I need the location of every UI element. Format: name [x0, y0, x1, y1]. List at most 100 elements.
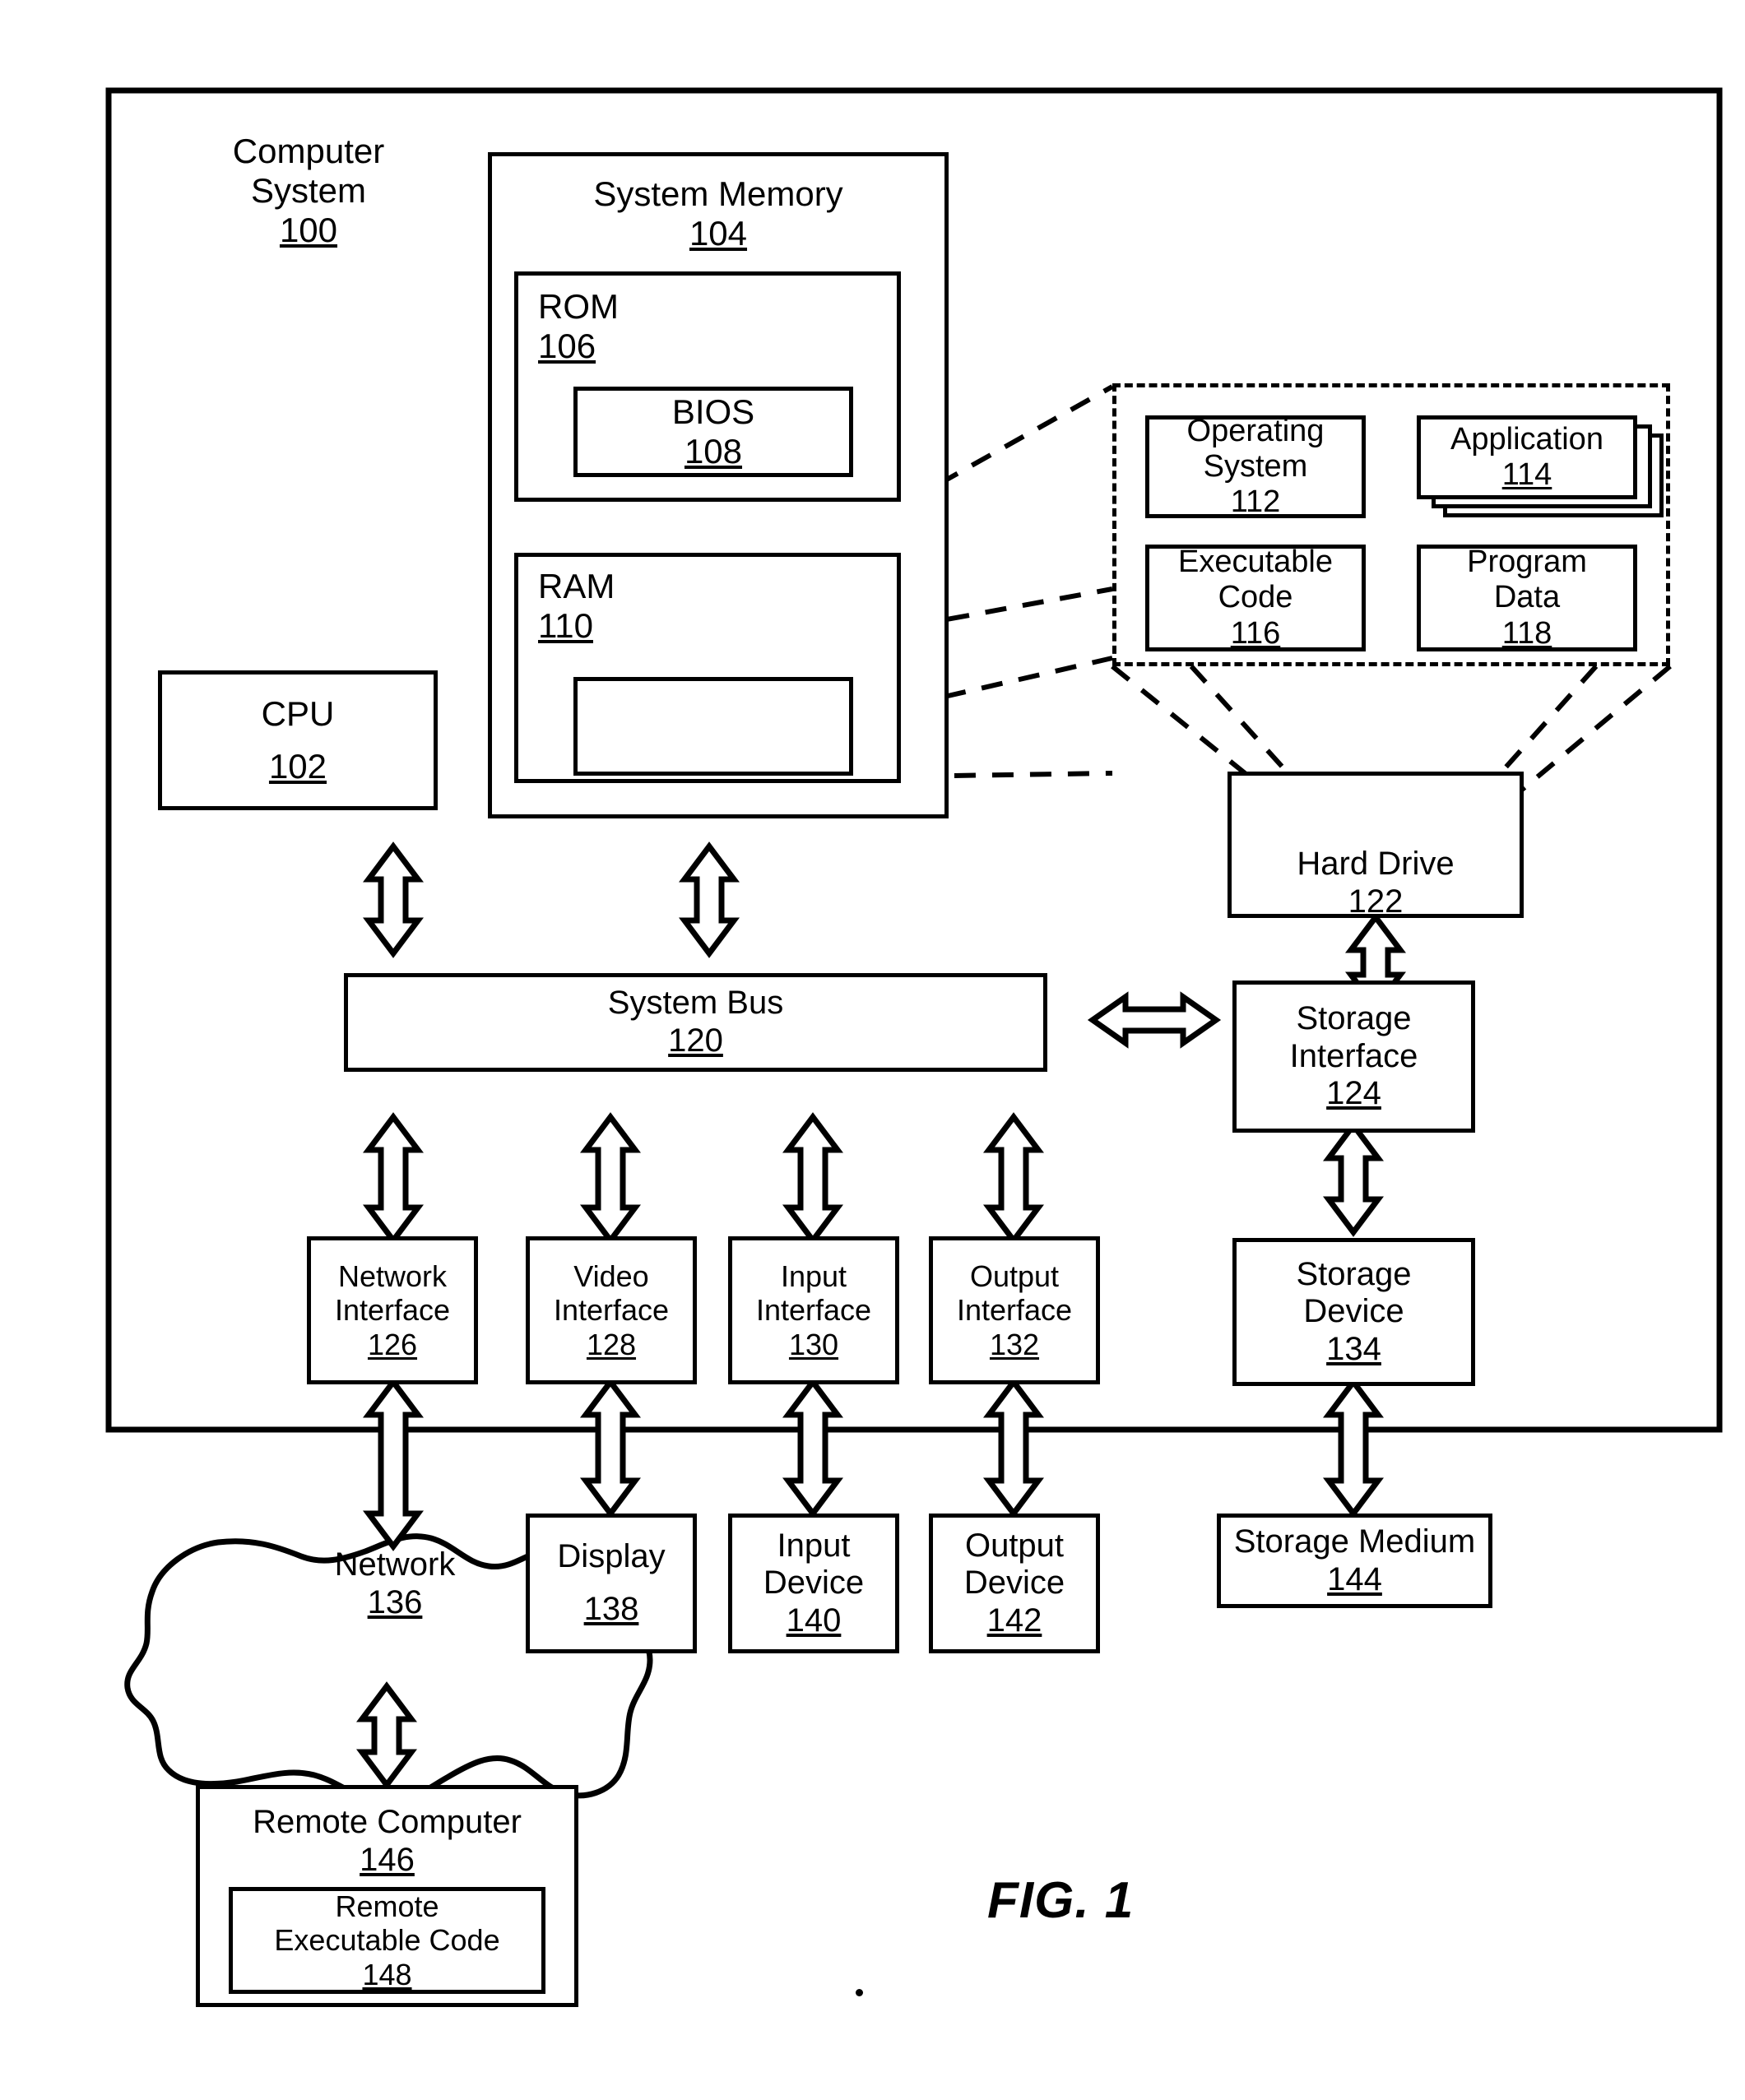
output-device-label: Output Device	[963, 1527, 1065, 1602]
display-title: Display 138	[557, 1538, 665, 1628]
system-bus-title: System Bus 120	[608, 985, 783, 1059]
bios-label: BIOS	[671, 392, 755, 432]
output-device-number: 142	[986, 1602, 1042, 1639]
remote-executable-code-number: 148	[362, 1957, 412, 1991]
output-interface-box: Output Interface 132	[929, 1236, 1100, 1384]
operating-system-title: Operating System 112	[1187, 414, 1325, 521]
network-interface-number: 126	[367, 1327, 418, 1361]
bios-title: BIOS 108	[672, 392, 754, 471]
storage-interface-title: Storage Interface 124	[1290, 1000, 1418, 1113]
input-interface-label: Input Interface	[755, 1259, 872, 1328]
hard-drive-number: 122	[1348, 883, 1404, 920]
cpu-box: CPU 102	[158, 670, 438, 810]
storage-medium-title: Storage Medium 144	[1234, 1523, 1475, 1598]
network-title: Network 136	[247, 1546, 543, 1621]
arrow-bus-output-interface	[983, 1112, 1044, 1245]
network-interface-label: Network Interface	[334, 1259, 451, 1328]
rom-label: ROM	[538, 287, 619, 326]
hard-drive-title: Hard Drive 122	[1228, 846, 1524, 920]
program-data-box: Program Data 118	[1417, 545, 1637, 651]
output-device-box: Output Device 142	[929, 1514, 1100, 1653]
executable-code-box: Executable Code 116	[1145, 545, 1366, 651]
computer-system-title: Computer System 100	[173, 132, 444, 250]
rom-number: 106	[538, 326, 596, 365]
display-box: Display 138	[526, 1514, 697, 1653]
arrow-cpu-bus	[363, 841, 424, 958]
system-bus-box: System Bus 120	[344, 973, 1047, 1072]
video-interface-title: Video Interface 128	[554, 1259, 669, 1361]
remote-computer-label: Remote Computer	[253, 1804, 522, 1840]
arrow-bus-video-interface	[580, 1112, 641, 1245]
arrow-network-interface-network	[363, 1377, 424, 1551]
system-memory-label: System Memory	[593, 174, 843, 213]
input-interface-title: Input Interface 130	[756, 1259, 871, 1361]
arrow-memory-bus	[679, 841, 740, 958]
input-device-number: 140	[786, 1602, 842, 1639]
bios-box: BIOS 108	[573, 387, 853, 477]
storage-device-box: Storage Device 134	[1232, 1238, 1475, 1386]
storage-medium-label: Storage Medium	[1233, 1523, 1476, 1560]
storage-device-title: Storage Device 134	[1296, 1256, 1411, 1369]
figure-label: FIG. 1	[987, 1872, 1135, 1929]
output-device-title: Output Device 142	[964, 1527, 1065, 1640]
storage-interface-box: Storage Interface 124	[1232, 980, 1475, 1133]
executable-code-title: Executable Code 116	[1178, 545, 1333, 651]
remote-executable-code-box: Remote Executable Code 148	[229, 1887, 545, 1994]
video-interface-number: 128	[586, 1327, 637, 1361]
bios-number: 108	[684, 432, 743, 471]
video-interface-label: Video Interface	[553, 1259, 670, 1328]
storage-device-label: Storage Device	[1296, 1255, 1412, 1330]
storage-interface-number: 124	[1326, 1075, 1381, 1112]
executable-code-label: Executable Code	[1177, 545, 1333, 615]
display-label: Display	[557, 1538, 666, 1575]
program-data-label: Program Data	[1467, 545, 1587, 615]
storage-interface-label: Storage Interface	[1289, 1000, 1418, 1074]
application-label: Application	[1450, 421, 1603, 457]
system-memory-title: System Memory 104	[492, 174, 944, 253]
arrow-network-remotecomputer	[356, 1681, 417, 1790]
hard-drive-label: Hard Drive	[1297, 846, 1455, 882]
arrow-video-interface-display	[580, 1377, 641, 1518]
figure-canvas: Computer System 100 System Memory 104 RO…	[0, 0, 1745, 2100]
arrow-bus-storageinterface	[1087, 991, 1222, 1049]
input-interface-number: 130	[788, 1327, 839, 1361]
display-number: 138	[583, 1591, 639, 1627]
cpu-title: CPU 102	[262, 694, 335, 786]
program-data-title: Program Data 118	[1467, 545, 1587, 651]
stray-dot	[856, 1989, 863, 1996]
application-number: 114	[1501, 457, 1552, 492]
arrow-bus-network-interface	[363, 1112, 424, 1245]
arrow-input-interface-input-device	[782, 1377, 843, 1518]
output-interface-label: Output Interface	[956, 1259, 1073, 1328]
operating-system-box: Operating System 112	[1145, 414, 1366, 521]
network-interface-title: Network Interface 126	[335, 1259, 450, 1361]
operating-system-label: Operating System	[1186, 413, 1325, 484]
ram-number: 110	[538, 605, 593, 645]
rom-title: ROM 106	[538, 287, 619, 366]
ram-label: RAM	[538, 567, 615, 605]
program-data-number: 118	[1501, 615, 1552, 651]
system-bus-label: System Bus	[607, 985, 784, 1022]
output-interface-title: Output Interface 132	[957, 1259, 1072, 1361]
video-interface-box: Video Interface 128	[526, 1236, 697, 1384]
input-device-label: Input Device	[763, 1527, 865, 1602]
system-memory-number: 104	[689, 213, 748, 253]
arrow-storagedevice-storagemedium	[1323, 1377, 1384, 1518]
network-number: 136	[367, 1583, 423, 1620]
storage-medium-number: 144	[1327, 1560, 1382, 1597]
network-label: Network	[334, 1546, 456, 1583]
input-device-title: Input Device 140	[763, 1527, 864, 1640]
output-interface-number: 132	[989, 1327, 1040, 1361]
input-interface-box: Input Interface 130	[728, 1236, 899, 1384]
remote-computer-title: Remote Computer 146	[200, 1804, 574, 1879]
input-device-box: Input Device 140	[728, 1514, 899, 1653]
application-title: Application 114	[1450, 422, 1603, 494]
computer-system-label: Computer System	[232, 132, 385, 210]
ram-loaded-software-block	[573, 677, 853, 776]
system-bus-number: 120	[668, 1022, 723, 1059]
cpu-label: CPU	[261, 694, 335, 734]
computer-system-number: 100	[279, 210, 338, 249]
remote-computer-number: 146	[360, 1841, 415, 1878]
cpu-number: 102	[268, 747, 327, 786]
storage-medium-box: Storage Medium 144	[1217, 1514, 1492, 1608]
